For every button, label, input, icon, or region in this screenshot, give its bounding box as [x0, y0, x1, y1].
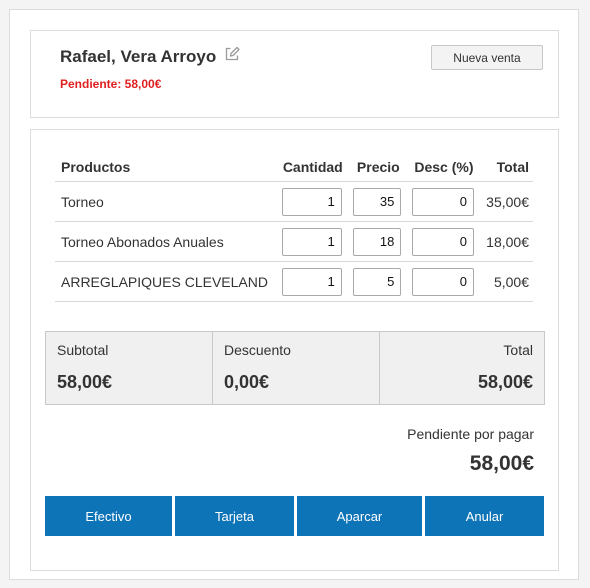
- price-input[interactable]: [353, 187, 402, 216]
- sale-panel: Rafael, Vera Arroyo Pendiente: 58,00€ Nu…: [9, 9, 579, 580]
- client-name: Rafael, Vera Arroyo: [60, 47, 217, 66]
- pending-label: Pendiente por pagar: [407, 426, 534, 442]
- quantity-input[interactable]: [281, 267, 342, 296]
- discount-input[interactable]: [411, 187, 474, 216]
- card-button[interactable]: Tarjeta: [175, 496, 294, 536]
- column-header-product: Productos: [55, 153, 275, 182]
- column-header-total: Total: [480, 153, 533, 182]
- total-cell: Total 58,00€: [379, 332, 544, 404]
- client-card: Rafael, Vera Arroyo Pendiente: 58,00€ Nu…: [30, 30, 559, 118]
- price-input[interactable]: [353, 267, 402, 296]
- discount-label: Descuento: [224, 342, 291, 358]
- pending-amount-alert: Pendiente: 58,00€: [60, 77, 162, 91]
- row-total: 5,00€: [480, 261, 533, 302]
- column-header-discount: Desc (%): [405, 153, 481, 182]
- subtotal-label: Subtotal: [57, 342, 109, 358]
- discount-input[interactable]: [411, 267, 474, 296]
- total-value: 58,00€: [477, 372, 533, 392]
- order-card: Productos Cantidad Precio Desc (%) Total…: [30, 129, 559, 571]
- column-header-price: Precio: [348, 153, 406, 182]
- row-total: 18,00€: [480, 221, 533, 262]
- column-header-quantity: Cantidad: [274, 153, 349, 182]
- park-button[interactable]: Aparcar: [297, 496, 422, 536]
- edit-icon[interactable]: [224, 46, 240, 62]
- table-header-row: Productos Cantidad Precio Desc (%) Total: [55, 153, 533, 182]
- cash-button[interactable]: Efectivo: [45, 496, 172, 536]
- subtotal-value: 58,00€: [57, 372, 113, 392]
- price-input[interactable]: [353, 227, 402, 256]
- product-name: ARREGLAPIQUES CLEVELAND: [55, 261, 275, 302]
- cancel-button[interactable]: Anular: [425, 496, 544, 536]
- total-label: Total: [503, 342, 533, 358]
- quantity-input[interactable]: [281, 227, 342, 256]
- product-name: Torneo Abonados Anuales: [55, 221, 275, 262]
- discount-input[interactable]: [411, 227, 474, 256]
- row-total: 35,00€: [480, 181, 533, 222]
- discount-value: 0,00€: [224, 372, 270, 392]
- quantity-input[interactable]: [281, 187, 342, 216]
- new-sale-button[interactable]: Nueva venta: [431, 45, 543, 70]
- table-row: Torneo Abonados Anuales 18,00€: [55, 221, 533, 262]
- table-row: Torneo 35,00€: [55, 181, 533, 222]
- pending-value: 58,00€: [469, 452, 534, 475]
- discount-cell: Descuento 0,00€: [212, 332, 379, 404]
- subtotal-cell: Subtotal 58,00€: [46, 332, 212, 404]
- payment-buttons: Efectivo Tarjeta Aparcar Anular: [45, 496, 544, 536]
- table-row: ARREGLAPIQUES CLEVELAND 5,00€: [55, 261, 533, 302]
- product-name: Torneo: [55, 181, 275, 222]
- products-table: Productos Cantidad Precio Desc (%) Total…: [55, 153, 533, 302]
- totals-summary: Subtotal 58,00€ Descuento 0,00€ Total 58…: [45, 331, 545, 405]
